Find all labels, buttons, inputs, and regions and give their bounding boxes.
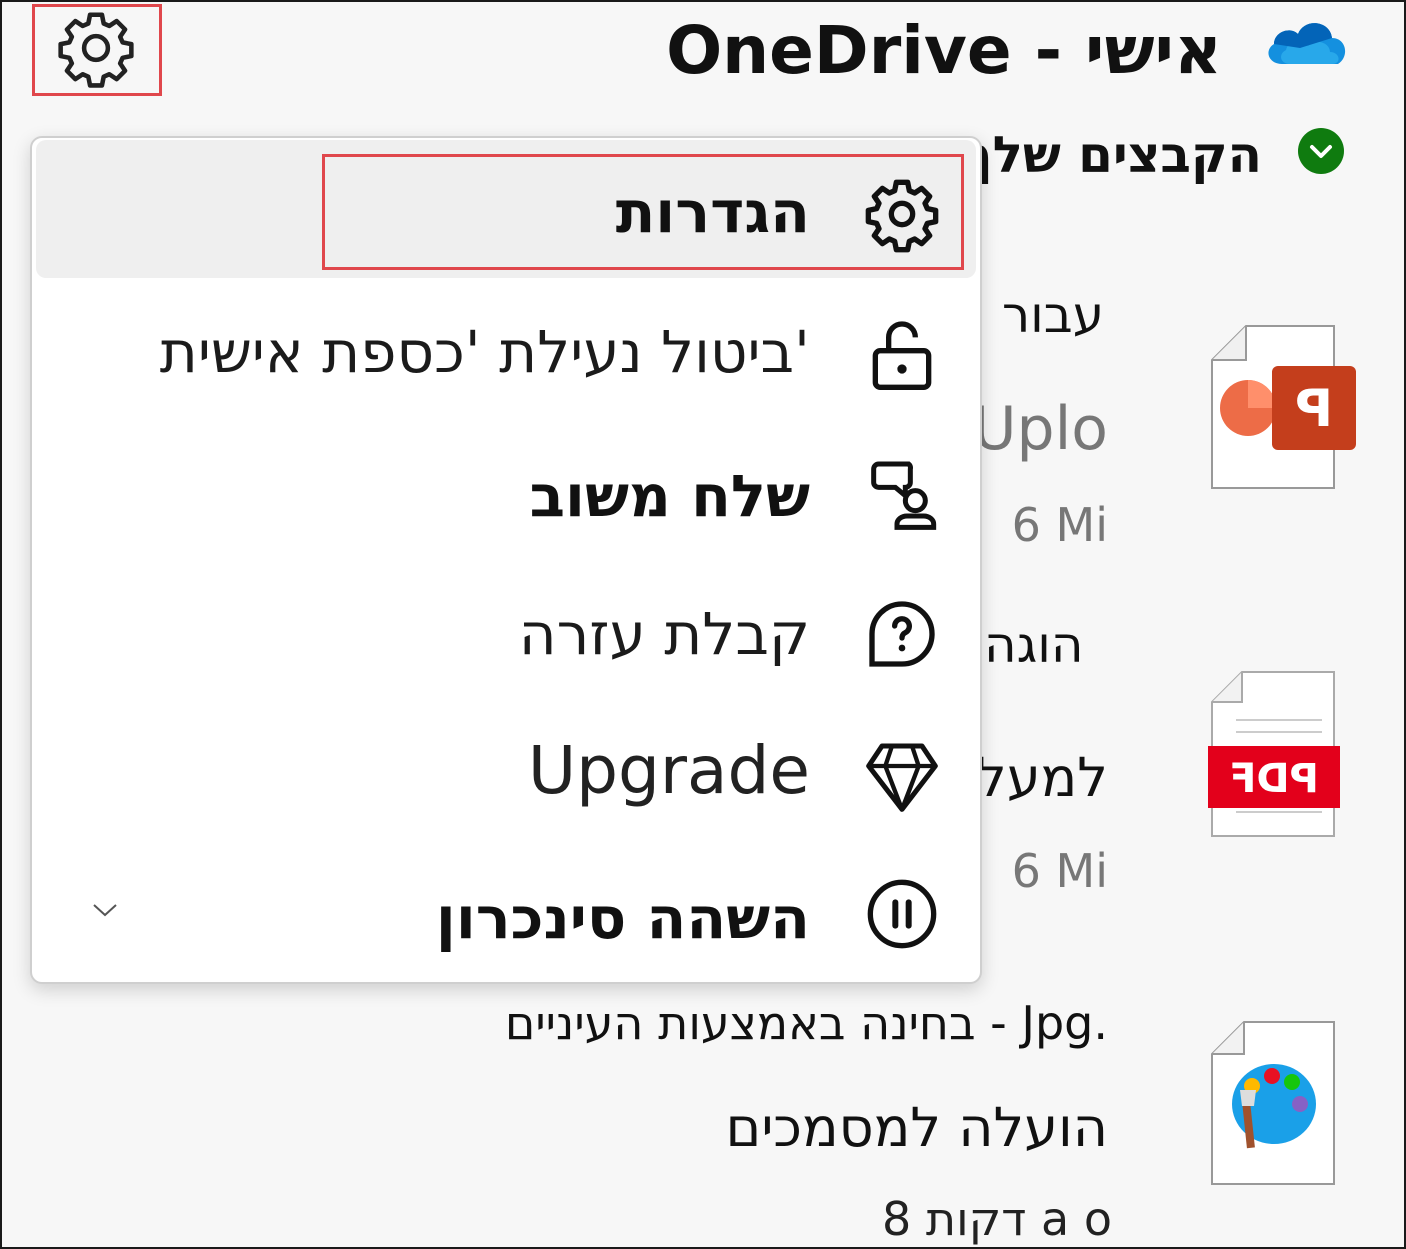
file-title: עבור xyxy=(1001,286,1104,344)
file-title: בחינה באמצעות העיניים - Jpg. xyxy=(504,996,1108,1050)
menu-item-label: קבלת עזרה xyxy=(518,600,810,668)
help-icon xyxy=(869,601,935,667)
svg-text:PDF: PDF xyxy=(1229,756,1319,802)
menu-item-upgrade[interactable] xyxy=(36,708,976,834)
gear-icon xyxy=(865,179,939,253)
settings-menu: הגדרות ביטול נעילת 'כספת אישית' שלח משוב… xyxy=(30,136,982,984)
onedrive-cloud-icon xyxy=(1268,23,1346,64)
pdf-file-icon[interactable]: PDF xyxy=(1208,670,1342,840)
file-detail: הועלה למסמכים xyxy=(725,1096,1108,1159)
paint-file-icon[interactable] xyxy=(1208,1020,1338,1188)
chevron-down-icon[interactable] xyxy=(90,900,120,920)
powerpoint-file-icon[interactable]: P xyxy=(1208,324,1358,492)
menu-item-label: Upgrade xyxy=(527,732,810,809)
onedrive-window: OneDrive - אישי הקבצים שלך P עבור Uplo 6… xyxy=(0,0,1406,1249)
settings-gear-highlight xyxy=(32,4,162,96)
diamond-icon xyxy=(866,743,938,812)
file-title: הוגה xyxy=(984,616,1084,668)
chevron-down-icon xyxy=(1310,145,1332,158)
file-time: 6 Mi xyxy=(1011,498,1108,552)
file-time: 8 דקות a o xyxy=(882,1192,1112,1246)
menu-item-label: הגדרות xyxy=(615,178,810,246)
menu-item-label: ביטול נעילת 'כספת אישית' xyxy=(159,318,810,386)
file-detail: Uplo xyxy=(972,394,1108,464)
menu-item-label: השהה סינכרון xyxy=(435,884,810,952)
svg-text:P: P xyxy=(1295,379,1333,439)
app-title: OneDrive - אישי xyxy=(666,12,1222,89)
feedback-icon xyxy=(871,461,937,530)
file-time: 6 Mi xyxy=(1011,844,1108,898)
menu-item-feedback[interactable] xyxy=(36,428,976,554)
menu-item-help[interactable] xyxy=(36,568,976,694)
pause-icon xyxy=(867,879,937,949)
menu-item-label: שלח משוב xyxy=(529,462,810,530)
files-section-title: הקבצים שלך xyxy=(963,126,1262,184)
files-section-toggle[interactable] xyxy=(1298,128,1344,174)
unlock-icon xyxy=(872,321,932,390)
